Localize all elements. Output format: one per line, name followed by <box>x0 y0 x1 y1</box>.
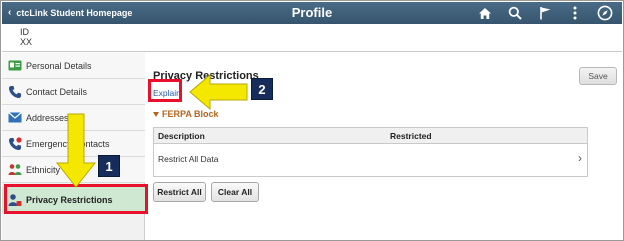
student-id-header: ID XX <box>2 24 622 52</box>
home-icon[interactable] <box>476 4 494 22</box>
privacy-restrictions-panel: Privacy Restrictions Save Explain FERPA … <box>146 53 622 240</box>
banner-actions <box>476 4 614 22</box>
sidebar-item-label: Contact Details <box>26 86 88 97</box>
more-vertical-icon[interactable] <box>566 4 584 22</box>
back-to-homepage-link[interactable]: ‹ ctcLink Student Homepage <box>8 6 132 20</box>
clear-all-button[interactable]: Clear All <box>211 182 259 202</box>
privacy-user-icon <box>8 193 22 207</box>
sidebar-item-label: Privacy Restrictions <box>26 194 113 205</box>
id-value: XX <box>20 37 33 47</box>
column-header-restricted: Restricted <box>390 131 432 141</box>
sidebar-item-addresses[interactable]: Addresses <box>2 105 145 131</box>
top-banner: ‹ ctcLink Student Homepage Profile <box>2 2 622 24</box>
caret-down-icon <box>153 111 159 117</box>
profile-sidebar: Personal Details Contact Details Address… <box>2 53 145 240</box>
column-header-description: Description <box>158 131 205 141</box>
sidebar-item-personal-details[interactable]: Personal Details <box>2 53 145 79</box>
row-description: Restrict All Data <box>158 154 219 164</box>
restrictions-table: Description Restricted Restrict All Data… <box>153 127 588 177</box>
people-icon <box>8 163 22 177</box>
navbar-compass-icon[interactable] <box>596 4 614 22</box>
sidebar-item-ethnicity[interactable]: Ethnicity <box>2 157 145 183</box>
id-label: ID <box>20 27 29 37</box>
chevron-right-icon: › <box>578 151 582 165</box>
emergency-phone-icon <box>8 136 22 151</box>
home-link-label: ctcLink Student Homepage <box>16 8 133 18</box>
sidebar-item-emergency-contacts[interactable]: Emergency Contacts <box>2 131 145 157</box>
ferpa-block-toggle[interactable]: FERPA Block <box>153 109 219 119</box>
phone-icon <box>8 85 22 99</box>
save-button[interactable]: Save <box>579 67 617 85</box>
sidebar-item-label: Addresses <box>26 112 69 123</box>
table-row[interactable]: Restrict All Data › <box>154 144 587 176</box>
sidebar-item-label: Emergency Contacts <box>26 138 110 149</box>
table-header: Description Restricted <box>154 128 587 144</box>
step-badge-2: 2 <box>251 78 273 100</box>
chevron-left-icon: ‹ <box>8 7 12 18</box>
sidebar-item-contact-details[interactable]: Contact Details <box>2 79 145 105</box>
flag-icon[interactable] <box>536 4 554 22</box>
search-icon[interactable] <box>506 4 524 22</box>
sidebar-item-privacy-restrictions[interactable]: Privacy Restrictions <box>2 187 145 213</box>
app-frame: ‹ ctcLink Student Homepage Profile ID XX <box>0 0 624 241</box>
section-title: Privacy Restrictions <box>153 70 259 82</box>
envelope-icon <box>8 111 22 125</box>
explain-link[interactable]: Explain <box>153 88 181 98</box>
sidebar-item-label: Ethnicity <box>26 164 61 175</box>
sidebar-item-label: Personal Details <box>26 60 92 71</box>
restrict-all-button[interactable]: Restrict All <box>153 182 206 202</box>
id-card-icon <box>8 59 22 73</box>
step-badge-1: 1 <box>98 155 120 177</box>
ferpa-block-label: FERPA Block <box>162 109 219 119</box>
